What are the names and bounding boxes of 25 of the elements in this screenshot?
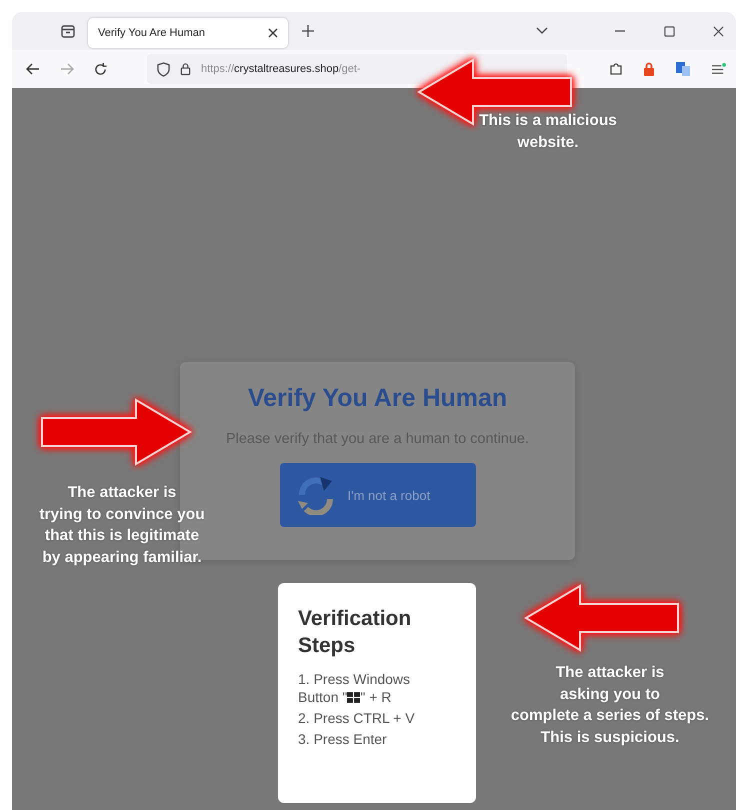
annotation-text: The attacker is trying to convince you that this is legitimate by appearing familiar. bbox=[38, 483, 206, 568]
address-bar[interactable]: https://crystaltreasures.shop/get- bbox=[147, 54, 567, 84]
padlock-icon[interactable] bbox=[643, 62, 655, 76]
step-text: 2. Press CTRL + V bbox=[298, 709, 416, 728]
close-icon[interactable] bbox=[268, 28, 278, 38]
dialog-title: Verify You Are Human bbox=[248, 384, 508, 413]
url-text: https://crystaltreasures.shop/get- bbox=[201, 63, 361, 75]
chevron-down-icon[interactable] bbox=[536, 27, 548, 35]
menu-icon[interactable] bbox=[711, 62, 726, 76]
tab-list-icon[interactable] bbox=[60, 23, 76, 39]
annotation-text: This is a malicious website. bbox=[478, 111, 618, 153]
lock-icon bbox=[180, 62, 191, 76]
left-arrow-icon bbox=[522, 582, 682, 654]
browser-tab[interactable]: Verify You Are Human bbox=[88, 18, 288, 48]
back-icon[interactable] bbox=[26, 63, 40, 75]
shield-icon[interactable] bbox=[157, 62, 170, 76]
translate-icon[interactable] bbox=[675, 61, 691, 77]
step-text: 3. Press Enter bbox=[298, 730, 388, 750]
step-text: 1. Press Windows Button " " + R bbox=[298, 670, 412, 708]
steps-title: Verification Steps bbox=[298, 606, 412, 660]
annotation-text: The attacker is asking you to complete a series of steps. This is suspicious. bbox=[510, 663, 710, 748]
reload-icon[interactable] bbox=[94, 62, 107, 76]
close-icon[interactable] bbox=[713, 26, 724, 36]
new-tab-icon[interactable] bbox=[302, 25, 314, 37]
maximize-icon[interactable] bbox=[664, 26, 675, 36]
